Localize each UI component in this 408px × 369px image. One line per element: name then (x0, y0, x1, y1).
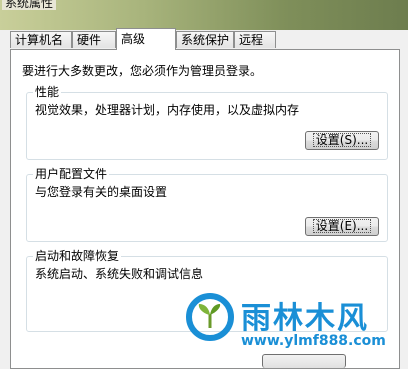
performance-group: 性能 视觉效果，处理器计划，内存使用，以及虚拟内存 设置(S)... (26, 85, 388, 160)
title-bar: 系统属性 (0, 0, 408, 30)
tab-hardware[interactable]: 硬件 (72, 31, 116, 48)
watermark: 雨林木风 www.ylmf888.com (186, 292, 401, 362)
performance-settings-label: 设置(S)... (312, 133, 372, 147)
performance-description: 视觉效果，处理器计划，内存使用，以及虚拟内存 (35, 103, 300, 117)
admin-notice: 要进行大多数更改，您必须作为管理员登录。 (22, 64, 263, 78)
startup-recovery-description: 系统启动、系统失败和调试信息 (35, 267, 204, 281)
startup-recovery-title: 启动和故障恢复 (33, 249, 122, 263)
performance-settings-button[interactable]: 设置(S)... (305, 131, 379, 150)
user-profiles-settings-button[interactable]: 设置(E)... (305, 217, 379, 236)
tab-advanced[interactable]: 高级 (116, 28, 176, 50)
user-profiles-description: 与您登录有关的桌面设置 (35, 185, 168, 199)
tab-system-protection[interactable]: 系统保护 (176, 31, 234, 48)
watermark-url: www.ylmf888.com (241, 333, 386, 349)
window-title: 系统属性 (2, 0, 57, 10)
user-profiles-title: 用户配置文件 (33, 167, 110, 181)
user-profiles-group: 用户配置文件 与您登录有关的桌面设置 设置(E)... (26, 167, 388, 242)
watermark-brand: 雨林木风 (241, 301, 369, 336)
tab-computer-name[interactable]: 计算机名 (10, 31, 72, 48)
user-profiles-settings-label: 设置(E)... (312, 219, 372, 233)
ylmf-logo-icon (186, 293, 234, 341)
performance-title: 性能 (33, 85, 62, 99)
tab-remote[interactable]: 远程 (234, 31, 276, 48)
